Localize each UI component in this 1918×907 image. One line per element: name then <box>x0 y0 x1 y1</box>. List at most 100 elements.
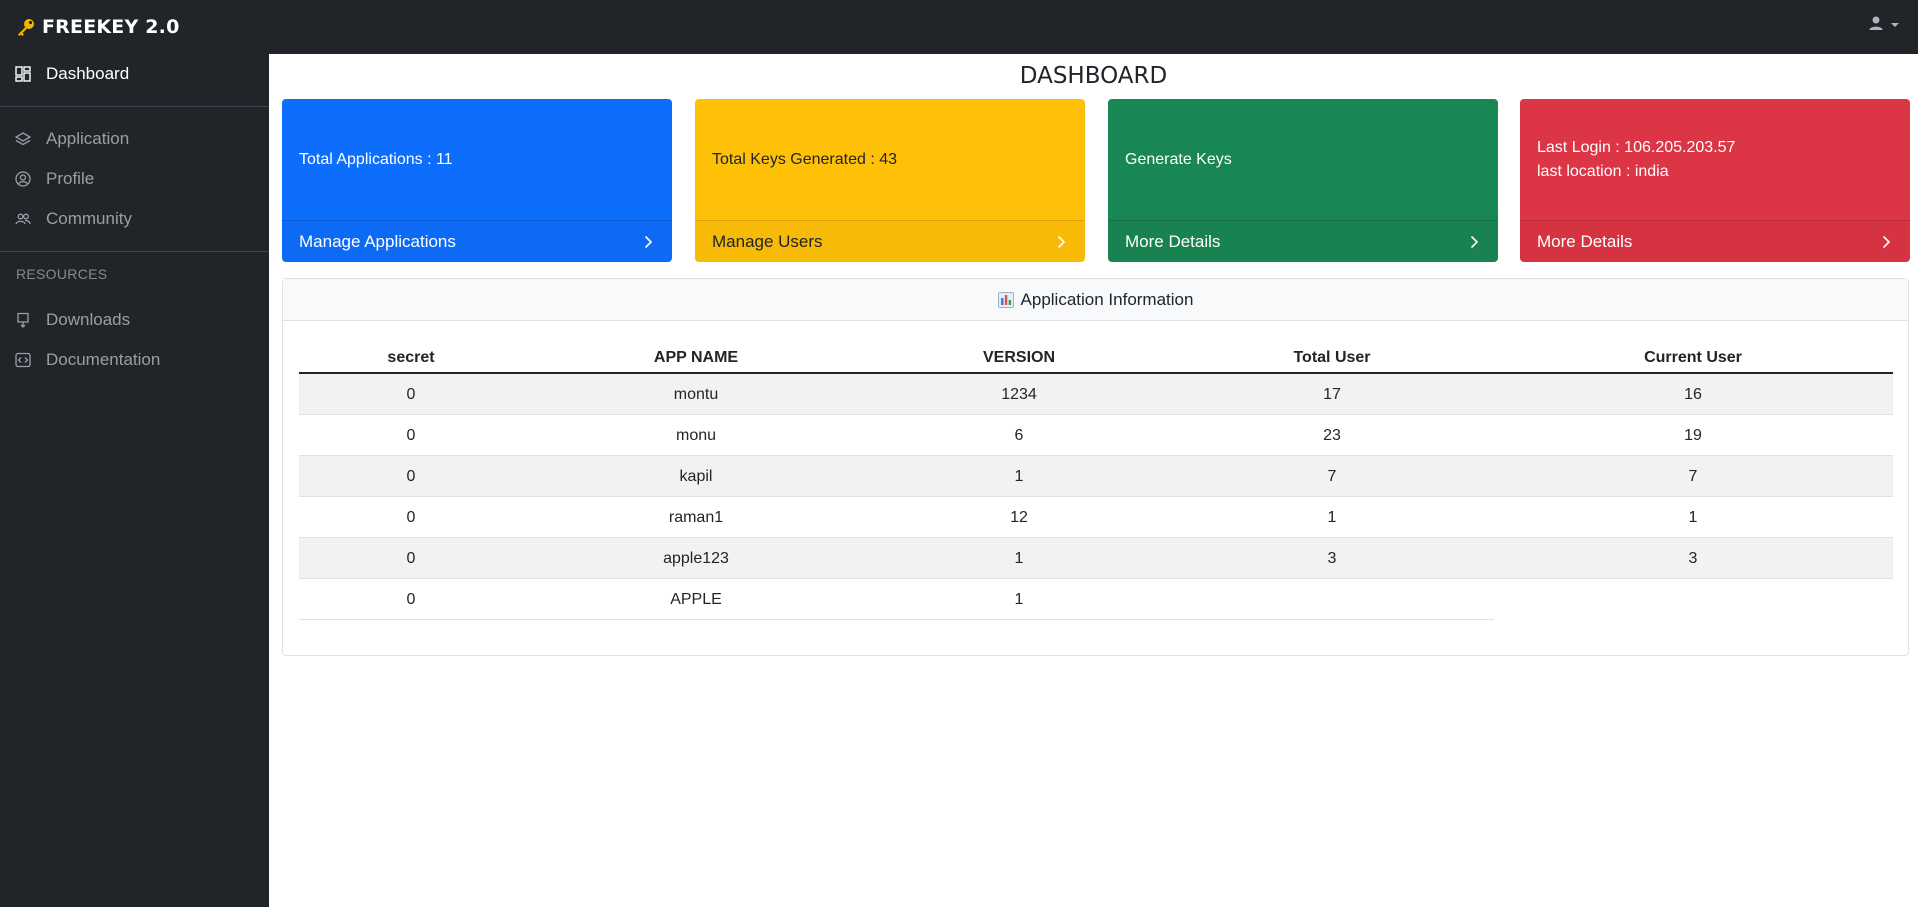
sidebar-divider <box>0 106 269 107</box>
cell-current-user: 7 <box>1688 468 1698 485</box>
info-card-title: Application Information <box>1020 289 1194 309</box>
sidebar-divider <box>0 251 269 252</box>
manage-users-link[interactable]: Manage Users <box>695 220 1085 262</box>
user-icon <box>1868 15 1884 36</box>
card-body: Total Applications : 11 <box>282 99 672 220</box>
card-footer-label: More Details <box>1125 231 1221 251</box>
table-row[interactable]: 0 kapil 1 7 7 <box>299 456 1893 497</box>
chevron-down-icon <box>1890 17 1900 35</box>
generate-keys-card: Generate Keys More Details <box>1108 99 1498 262</box>
cell-app-name: montu <box>673 386 719 403</box>
code-icon <box>14 351 32 369</box>
sidebar-item-community[interactable]: Community <box>0 201 269 237</box>
sidebar-item-label: Application <box>46 129 130 148</box>
main-content: DASHBOARD Total Applications : 11 Manage… <box>269 54 1918 907</box>
table-row[interactable]: 0 monu 6 23 19 <box>299 415 1893 456</box>
cell-version: 6 <box>1014 427 1024 444</box>
card-body: Total Keys Generated : 43 <box>695 99 1085 220</box>
people-icon <box>14 210 32 228</box>
total-applications-card: Total Applications : 11 Manage Applicati… <box>282 99 672 262</box>
cell-version: 1 <box>1014 591 1024 608</box>
cell-secret: 0 <box>406 427 416 444</box>
cell-app-name: apple123 <box>663 550 729 567</box>
cell-total-user: 7 <box>1327 468 1337 485</box>
application-information-card: Application Information secret APP NAME … <box>282 278 1909 656</box>
user-circle-icon <box>14 170 32 188</box>
cell-app-name: APPLE <box>670 591 722 608</box>
chevron-right-icon <box>1467 235 1481 249</box>
cell-secret: 0 <box>406 550 416 567</box>
top-navbar: FREEKEY 2.0 <box>0 0 1918 54</box>
last-login-card: Last Login : 106.205.203.57 last locatio… <box>1520 99 1910 262</box>
resources-heading: RESOURCES <box>16 266 108 282</box>
sidebar-item-dashboard[interactable]: Dashboard <box>0 56 269 92</box>
bar-chart-icon <box>997 291 1014 308</box>
cell-total-user: 23 <box>1323 427 1341 444</box>
sidebar-item-label: Downloads <box>46 310 131 329</box>
column-header-version[interactable]: VERSION <box>983 349 1055 367</box>
sidebar-item-application[interactable]: Application <box>0 121 269 157</box>
cell-total-user: 17 <box>1323 386 1341 403</box>
card-footer-label: Manage Users <box>712 231 823 251</box>
cell-total-user: 3 <box>1327 550 1337 567</box>
applications-table: secret APP NAME VERSION Total User Curre… <box>299 341 1893 620</box>
cell-version: 1234 <box>1001 386 1037 403</box>
user-menu[interactable] <box>1868 15 1900 36</box>
column-header-secret[interactable]: secret <box>387 349 434 367</box>
download-icon <box>14 311 32 329</box>
cell-total-user: 1 <box>1327 509 1337 526</box>
chevron-right-icon <box>1879 235 1893 249</box>
table-header-row: secret APP NAME VERSION Total User Curre… <box>299 341 1893 374</box>
sidebar-item-label: Community <box>46 209 132 228</box>
card-footer-label: Manage Applications <box>299 231 456 251</box>
cell-secret: 0 <box>406 468 416 485</box>
sidebar-item-label: Documentation <box>46 350 161 369</box>
chevron-right-icon <box>641 235 655 249</box>
cell-app-name: raman1 <box>668 509 724 526</box>
dashboard-icon <box>14 65 32 83</box>
chevron-right-icon <box>1054 235 1068 249</box>
cell-current-user: 3 <box>1688 550 1698 567</box>
cell-version: 1 <box>1014 468 1024 485</box>
card-text: Generate Keys <box>1125 150 1232 168</box>
cell-version: 1 <box>1014 550 1024 567</box>
sidebar-item-label: Dashboard <box>46 64 130 83</box>
cell-current-user: 1 <box>1688 509 1698 526</box>
cell-app-name: kapil <box>679 468 713 485</box>
cell-secret: 0 <box>406 509 416 526</box>
table-row[interactable]: 0 APPLE 1 <box>299 579 1494 620</box>
sidebar-item-documentation[interactable]: Documentation <box>0 342 269 378</box>
cell-current-user: 19 <box>1684 427 1702 444</box>
column-header-current-user[interactable]: Current User <box>1644 349 1742 367</box>
last-login-details-link[interactable]: More Details <box>1520 220 1910 262</box>
card-body: Last Login : 106.205.203.57 last locatio… <box>1520 99 1910 220</box>
cell-version: 12 <box>1010 509 1028 526</box>
info-card-header: Application Information <box>283 279 1908 321</box>
last-location-text: last location : india <box>1537 162 1669 180</box>
column-header-app-name[interactable]: APP NAME <box>654 349 738 367</box>
table-row[interactable]: 0 apple123 1 3 3 <box>299 538 1893 579</box>
card-text: Total Applications : 11 <box>299 150 453 168</box>
manage-applications-link[interactable]: Manage Applications <box>282 220 672 262</box>
generate-keys-details-link[interactable]: More Details <box>1108 220 1498 262</box>
brand-title: FREEKEY 2.0 <box>42 16 180 38</box>
sidebar-item-profile[interactable]: Profile <box>0 161 269 197</box>
sidebar-item-downloads[interactable]: Downloads <box>0 302 269 338</box>
cell-app-name: monu <box>675 427 717 444</box>
table-row[interactable]: 0 montu 1234 17 16 <box>299 374 1893 415</box>
column-header-total-user[interactable]: Total User <box>1293 349 1370 367</box>
total-keys-card: Total Keys Generated : 43 Manage Users <box>695 99 1085 262</box>
table-row[interactable]: 0 raman1 12 1 1 <box>299 497 1893 538</box>
cell-current-user: 16 <box>1684 386 1702 403</box>
card-text: Total Keys Generated : 43 <box>712 150 897 168</box>
sidebar: Dashboard Application Profile Community … <box>0 54 269 907</box>
page-title: DASHBOARD <box>1019 63 1168 89</box>
cell-secret: 0 <box>406 591 416 608</box>
last-login-text: Last Login : 106.205.203.57 <box>1537 138 1736 156</box>
cell-secret: 0 <box>406 386 416 403</box>
card-footer-label: More Details <box>1537 231 1633 251</box>
layers-icon <box>14 130 32 148</box>
brand[interactable]: FREEKEY 2.0 <box>14 15 180 39</box>
card-body: Generate Keys <box>1108 99 1498 220</box>
sidebar-item-label: Profile <box>46 169 95 188</box>
